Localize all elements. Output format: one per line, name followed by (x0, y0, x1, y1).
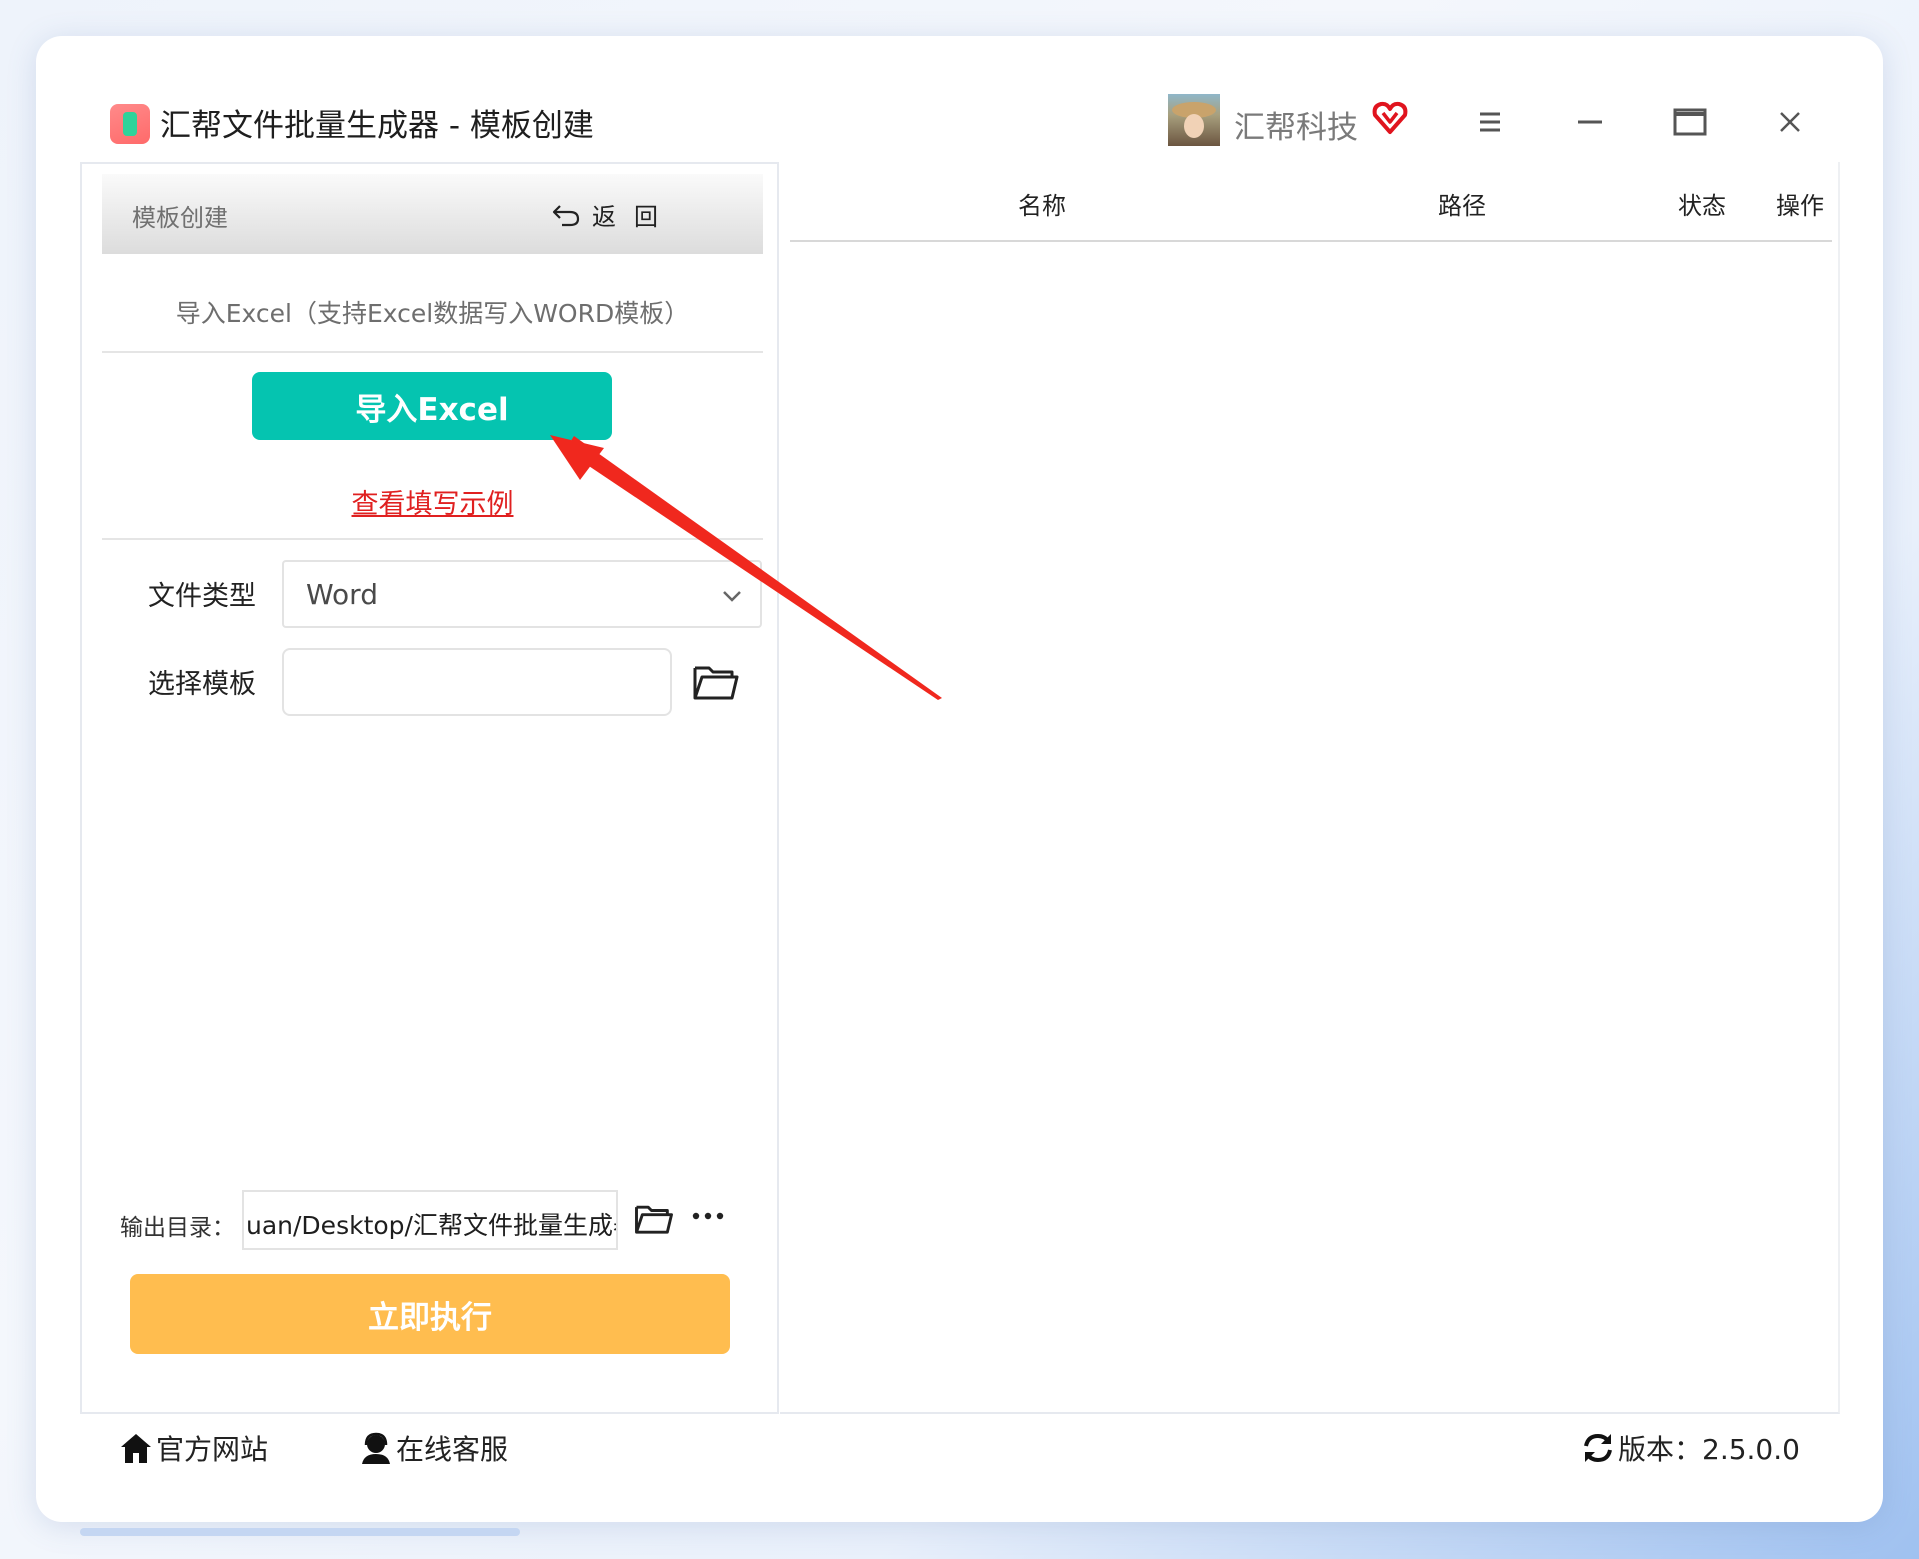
company-name: 汇帮科技 (1234, 110, 1358, 146)
refresh-icon (1584, 1433, 1612, 1463)
file-table: 名称 路径 状态 操作 (780, 162, 1840, 1414)
folder-icon (693, 666, 739, 700)
minimize-icon (1578, 120, 1602, 124)
template-panel: 模板创建 返回 导入Excel（支持Excel数据写入WORD模板） 导入Exc… (80, 162, 779, 1414)
column-status[interactable]: 状态 (1678, 186, 1726, 221)
online-support-label: 在线客服 (396, 1433, 509, 1466)
import-hint: 导入Excel（支持Excel数据写入WORD模板） (175, 299, 690, 328)
chevron-down-icon (723, 591, 741, 602)
back-button[interactable]: 返回 (550, 194, 676, 234)
output-dir-input[interactable]: uan/Desktop/汇帮文件批量生成器 (242, 1190, 618, 1250)
home-icon (121, 1434, 151, 1463)
back-arrow-icon (552, 205, 580, 227)
more-options-button[interactable] (690, 1204, 730, 1228)
app-window: 汇帮文件批量生成器 - 模板创建 汇帮科技 模板创建 返回 导入Excel（支持… (36, 36, 1883, 1522)
column-action[interactable]: 操作 (1776, 186, 1824, 221)
support-agent-icon (362, 1432, 390, 1464)
column-name[interactable]: 名称 (1018, 186, 1066, 221)
choose-output-button[interactable] (634, 1200, 674, 1236)
divider (102, 538, 763, 540)
menu-icon (1480, 112, 1500, 132)
version-info[interactable]: 版本：2.5.0.0 (1580, 1428, 1800, 1468)
vip-heart-icon[interactable] (1370, 98, 1410, 138)
import-excel-button[interactable]: 导入Excel (252, 372, 612, 440)
column-path[interactable]: 路径 (1438, 186, 1486, 221)
scroll-indicator (80, 1528, 520, 1536)
file-type-value: Word (306, 578, 378, 611)
user-avatar[interactable] (1168, 94, 1220, 146)
template-label: 选择模板 (148, 669, 256, 700)
maximize-button[interactable] (1670, 102, 1710, 142)
app-icon (110, 104, 150, 144)
output-dir-label: 输出目录： (120, 1215, 235, 1241)
maximize-icon (1673, 108, 1707, 136)
output-dir-value: uan/Desktop/汇帮文件批量生成器 (246, 1211, 618, 1240)
minimize-button[interactable] (1570, 102, 1610, 142)
view-example-link[interactable]: 查看填写示例 (102, 482, 763, 521)
back-label: 返回 (592, 202, 676, 231)
choose-template-button[interactable] (692, 660, 740, 702)
divider (102, 351, 763, 353)
official-website-label: 官方网站 (156, 1433, 269, 1466)
panel-header: 模板创建 返回 (102, 174, 763, 254)
online-support-link[interactable]: 在线客服 (358, 1428, 508, 1468)
file-type-select[interactable]: Word (282, 560, 762, 628)
close-button[interactable] (1770, 102, 1810, 142)
panel-title: 模板创建 (132, 204, 228, 232)
official-website-link[interactable]: 官方网站 (118, 1428, 268, 1468)
folder-icon (635, 1205, 673, 1234)
title-bar: 汇帮文件批量生成器 - 模板创建 汇帮科技 (80, 80, 1840, 164)
file-type-label: 文件类型 (148, 581, 256, 612)
run-now-button[interactable]: 立即执行 (130, 1274, 730, 1354)
menu-button[interactable] (1470, 102, 1510, 142)
close-icon (1780, 112, 1800, 132)
template-path-input[interactable] (282, 648, 672, 716)
table-header: 名称 路径 状态 操作 (790, 162, 1832, 242)
more-dots-icon (692, 1212, 724, 1220)
version-label: 版本：2.5.0.0 (1618, 1433, 1800, 1466)
status-bar: 官方网站 在线客服 版本：2.5.0.0 (80, 1414, 1840, 1484)
window-title: 汇帮文件批量生成器 - 模板创建 (160, 108, 594, 144)
